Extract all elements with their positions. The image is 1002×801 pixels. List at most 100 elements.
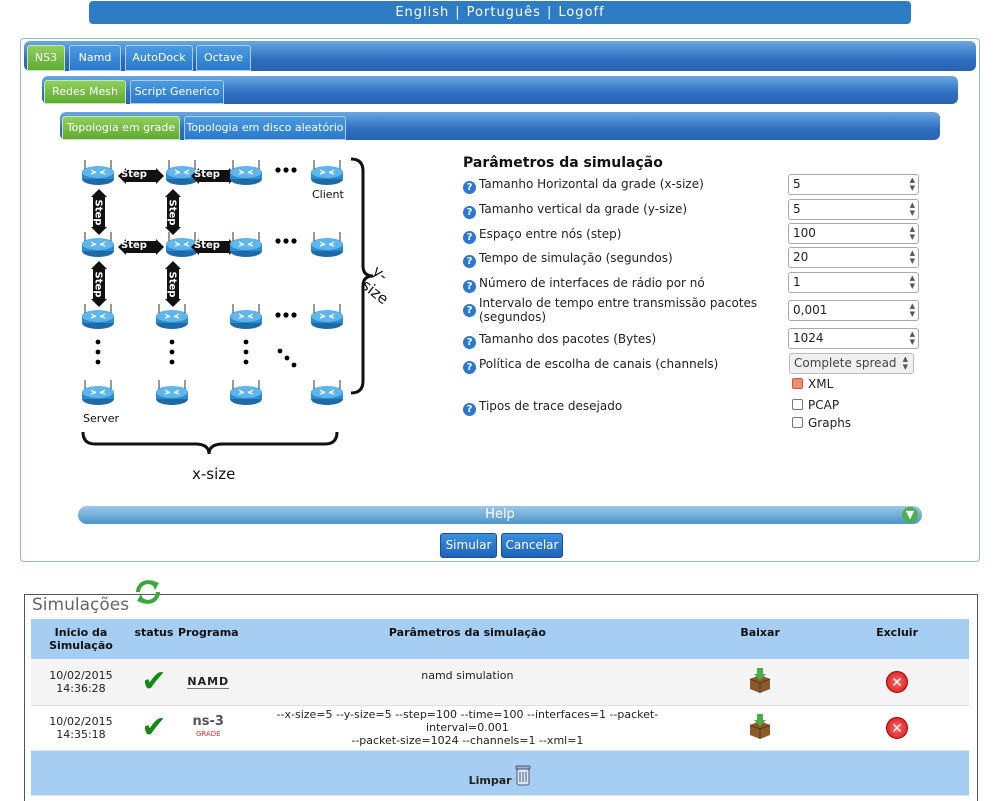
- simulations-title: Simulações: [30, 595, 132, 615]
- tab-redes-mesh[interactable]: Redes Mesh: [44, 80, 126, 104]
- ns3-logo-subtext: GRADE: [195, 730, 221, 738]
- status-cell: ✔: [130, 659, 177, 706]
- help-question-icon[interactable]: ?: [463, 255, 476, 268]
- spinner-arrows-icon[interactable]: ▲ ▼: [910, 201, 915, 217]
- param-row-x-size: ? Tamanho Horizontal da grade (x-size): [463, 177, 704, 194]
- step-input[interactable]: 100 ▲ ▼: [788, 223, 919, 244]
- help-accordion[interactable]: Help ▼: [78, 506, 922, 524]
- param-row-packet-interval: ? Intervalo de tempo entre transmissão pa…: [463, 296, 763, 324]
- param-row-packet-size: ? Tamanho dos pacotes (Bytes): [463, 332, 656, 349]
- param-label: Tempo de simulação (segundos): [479, 251, 673, 265]
- help-question-icon[interactable]: ?: [463, 336, 476, 349]
- trace-xml-checkbox[interactable]: XML: [792, 377, 833, 391]
- refresh-icon[interactable]: [133, 578, 163, 606]
- col-header-program: Programa: [176, 619, 240, 659]
- download-cell: [695, 705, 826, 751]
- tab-namd[interactable]: Namd: [69, 45, 121, 71]
- separator: |: [455, 5, 461, 20]
- table-footer-row: Limpar: [31, 750, 969, 796]
- language-bar: English | Português | Logoff: [89, 1, 911, 24]
- col-header-params: Parâmetros da simulação: [239, 619, 696, 659]
- help-question-icon[interactable]: ?: [463, 231, 476, 244]
- download-box-icon[interactable]: [747, 667, 773, 694]
- help-question-icon[interactable]: ?: [463, 361, 476, 374]
- checkbox-icon[interactable]: [792, 399, 803, 410]
- simulations-table: Inicio da Simulação status Programa Parâm…: [31, 619, 969, 796]
- step-label: Step: [194, 240, 220, 251]
- param-label: Política de escolha de canais (channels): [479, 357, 719, 371]
- param-row-time: ? Tempo de simulação (segundos): [463, 251, 673, 268]
- param-label: Tipos de trace desejado: [479, 399, 623, 413]
- start-cell: 10/02/2015 14:36:28: [31, 659, 131, 706]
- tab-autodock[interactable]: AutoDock: [125, 45, 193, 71]
- tab-script-generico[interactable]: Script Generico: [130, 80, 224, 104]
- select-value: Complete spread: [794, 356, 897, 370]
- x-size-label: x-size: [192, 465, 236, 483]
- packet-size-input[interactable]: 1024 ▲ ▼: [788, 328, 919, 349]
- input-value: 100: [793, 226, 816, 240]
- header-text: Simulação: [49, 639, 113, 652]
- tab-topologia-grade[interactable]: Topologia em grade: [62, 116, 180, 140]
- delete-x-icon[interactable]: ✕: [886, 716, 909, 739]
- col-header-start: Inicio da Simulação: [31, 619, 131, 659]
- tab-topologia-disco[interactable]: Topologia em disco aleatório: [184, 116, 346, 140]
- param-label: Intervalo de tempo entre transmissão pac…: [479, 296, 758, 324]
- tab-ns3[interactable]: NS3: [27, 45, 65, 71]
- help-question-icon[interactable]: ?: [463, 304, 476, 317]
- step-label: Step: [121, 240, 147, 251]
- download-box-icon[interactable]: [747, 713, 773, 739]
- ns3-logo-text: ns-3: [192, 714, 224, 729]
- trace-pcap-checkbox[interactable]: PCAP: [792, 398, 839, 412]
- params-text: --packet-size=1024 --channels=1 --xml=1: [351, 734, 584, 747]
- time-input[interactable]: 20 ▲ ▼: [788, 247, 919, 268]
- trash-icon[interactable]: [515, 764, 531, 786]
- tab-octave[interactable]: Octave: [196, 45, 251, 71]
- date-text: 10/02/2015: [49, 668, 113, 682]
- status-cell: ✔: [130, 705, 177, 751]
- english-link[interactable]: English: [395, 5, 449, 20]
- help-question-icon[interactable]: ?: [463, 403, 476, 416]
- portugues-link[interactable]: Português: [467, 5, 541, 20]
- channels-select[interactable]: Complete spread ▲ ▼: [789, 353, 914, 374]
- x-size-input[interactable]: 5 ▲ ▼: [788, 174, 919, 195]
- clear-label: Limpar: [468, 773, 512, 787]
- checkbox-checked-icon[interactable]: [792, 378, 803, 389]
- expand-down-icon[interactable]: ▼: [902, 507, 918, 523]
- spinner-arrows-icon[interactable]: ▲ ▼: [910, 274, 915, 290]
- col-header-status: status: [130, 619, 177, 659]
- help-question-icon[interactable]: ?: [463, 206, 476, 219]
- cancel-button[interactable]: Cancelar: [501, 533, 563, 558]
- select-arrows-icon: ▲ ▼: [902, 355, 908, 371]
- topology-tab-strip: Topologia em grade Topologia em disco al…: [60, 112, 940, 140]
- input-value: 5: [793, 202, 801, 216]
- step-label: Step: [92, 271, 104, 298]
- spinner-arrows-icon[interactable]: ▲ ▼: [910, 249, 915, 265]
- help-question-icon[interactable]: ?: [463, 181, 476, 194]
- spinner-arrows-icon[interactable]: ▲ ▼: [910, 302, 915, 318]
- download-cell: [695, 659, 826, 706]
- ns3-tab-strip: Redes Mesh Script Generico: [42, 76, 958, 104]
- trace-graphs-checkbox[interactable]: Graphs: [792, 416, 851, 430]
- success-check-icon: ✔: [141, 663, 167, 699]
- delete-x-icon[interactable]: ✕: [886, 670, 909, 693]
- param-label: Número de interfaces de rádio por nó: [479, 276, 705, 290]
- spinner-arrows-icon[interactable]: ▲ ▼: [910, 225, 915, 241]
- y-size-input[interactable]: 5 ▲ ▼: [788, 199, 919, 220]
- step-label: Step: [194, 169, 220, 180]
- interfaces-input[interactable]: 1 ▲ ▼: [788, 272, 919, 293]
- spinner-arrows-icon[interactable]: ▲ ▼: [910, 330, 915, 346]
- logoff-link[interactable]: Logoff: [558, 5, 604, 20]
- param-label: Tamanho Horizontal da grade (x-size): [479, 177, 704, 191]
- params-cell: namd simulation: [239, 659, 696, 706]
- help-label: Help: [485, 507, 515, 522]
- col-header-delete: Excluir: [825, 619, 969, 659]
- simulate-button[interactable]: Simular: [440, 533, 497, 558]
- spinner-arrows-icon[interactable]: ▲ ▼: [910, 176, 915, 192]
- program-tab-strip: NS3 Namd AutoDock Octave: [24, 41, 976, 71]
- help-question-icon[interactable]: ?: [463, 280, 476, 293]
- step-label: Step: [121, 169, 147, 180]
- packet-interval-input[interactable]: 0,001 ▲ ▼: [788, 300, 919, 321]
- checkbox-icon[interactable]: [792, 417, 803, 428]
- parameters-title: Parâmetros da simulação: [463, 155, 663, 171]
- clear-button[interactable]: Limpar: [468, 765, 532, 787]
